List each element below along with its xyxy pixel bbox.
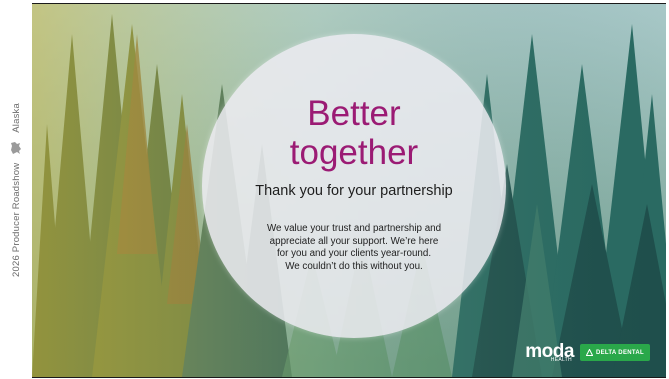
region-label: Alaska [10, 103, 22, 133]
slide: Better together Thank you for your partn… [32, 3, 666, 378]
logo-group: moda HEALTH DELTA DENTAL [525, 342, 650, 363]
body-line: We couldn’t do this without you. [285, 260, 423, 272]
body-line: for you and your clients year-round. [276, 248, 432, 260]
sidebar-label-group: 2026 Producer Roadshow Alaska [10, 103, 22, 277]
body-text: We value your trust and partnership and … [242, 223, 466, 273]
moda-sub-label: HEALTH [550, 357, 572, 363]
body-line: appreciate all your support. We’re here [269, 235, 439, 247]
delta-dental-logo: DELTA DENTAL [579, 344, 650, 361]
body-line: We value your trust and partnership and [266, 223, 442, 234]
subhead: Thank you for your partnership [255, 183, 453, 199]
headline: Better together [202, 94, 506, 172]
headline-line: together [289, 133, 419, 172]
alaska-state-icon [11, 141, 21, 154]
headline-line: Better [307, 94, 401, 133]
moda-logo: moda HEALTH [525, 342, 574, 363]
sidebar: 2026 Producer Roadshow Alaska [0, 0, 32, 379]
delta-triangle-icon [585, 349, 593, 356]
delta-dental-wordmark: DELTA DENTAL [595, 349, 644, 356]
roadshow-label: 2026 Producer Roadshow [10, 162, 22, 277]
